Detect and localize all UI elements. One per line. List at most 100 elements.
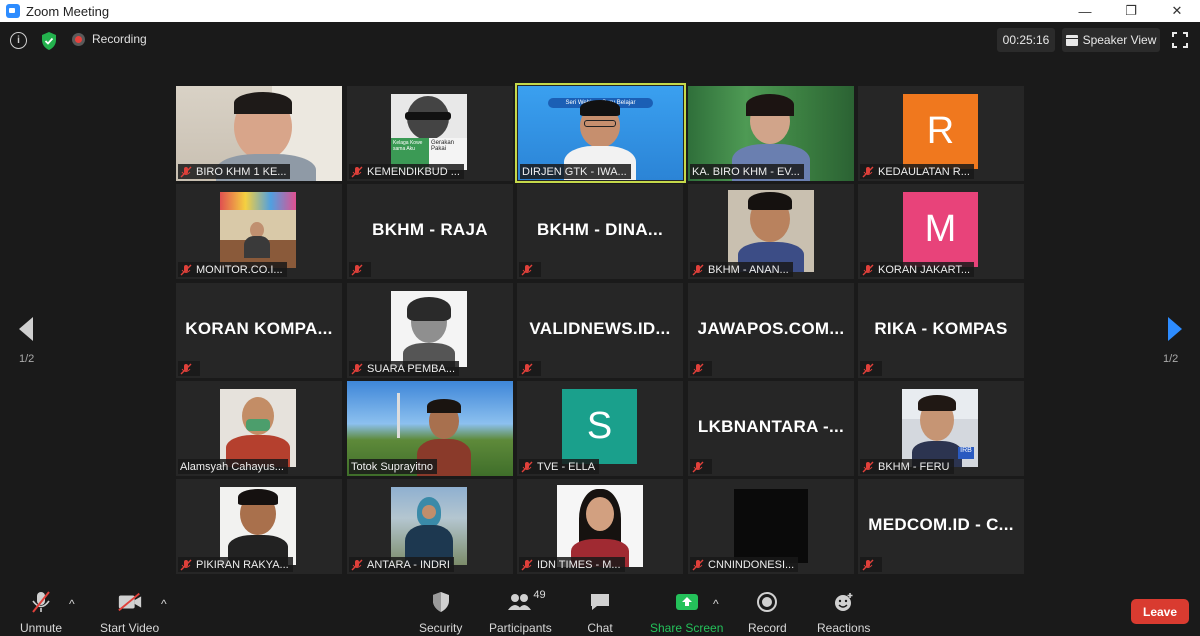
- participant-tile[interactable]: VALIDNEWS.ID...: [517, 283, 683, 378]
- participant-name-tag: DIRJEN GTK - IWA...: [520, 164, 631, 179]
- participant-tile[interactable]: BKHM - DINA...: [517, 184, 683, 279]
- reactions-button[interactable]: Reactions: [817, 590, 870, 635]
- participant-tile[interactable]: ANTARA - INDRI: [347, 479, 513, 574]
- participant-video: [391, 487, 467, 565]
- participant-name: KA. BIRO KHM - EV...: [692, 165, 800, 178]
- mic-muted-icon: [521, 461, 533, 472]
- next-page-arrow-icon[interactable]: [1167, 316, 1183, 342]
- close-button[interactable]: ✕: [1154, 0, 1200, 22]
- participant-tile-active-speaker[interactable]: Seri Webinar Guru Belajar DIRJEN GTK - I…: [515, 83, 686, 183]
- participant-name: Alamsyah Cahayus...: [180, 460, 284, 473]
- mic-muted-icon: [521, 559, 533, 570]
- participant-name-tag: TVE - ELLA: [519, 459, 600, 474]
- participant-video: Kelaga Kowe sama Aku Gerakan Pakai: [391, 94, 467, 170]
- participant-tile[interactable]: SUARA PEMBA...: [347, 283, 513, 378]
- mic-muted-icon: [862, 559, 874, 570]
- mic-muted-icon: [862, 166, 874, 177]
- mic-muted-icon: [692, 559, 704, 570]
- mic-muted-icon: [862, 461, 874, 472]
- participant-name: ANTARA - INDRI: [367, 558, 450, 571]
- participant-name-tag: KORAN JAKART...: [860, 262, 975, 277]
- participant-name: SUARA PEMBA...: [367, 362, 456, 375]
- participant-tile[interactable]: CNNINDONESI...: [688, 479, 854, 574]
- participant-name-tag: BKHM - ANAN...: [690, 262, 793, 277]
- start-video-label: Start Video: [100, 621, 160, 635]
- meeting-topbar: i Recording 00:25:16 Speaker View: [0, 22, 1200, 60]
- participant-avatar: R: [903, 94, 978, 169]
- participant-name-tag: KA. BIRO KHM - EV...: [690, 164, 804, 179]
- mic-muted-icon: [521, 264, 533, 275]
- participant-name-tag: ANTARA - INDRI: [349, 557, 454, 572]
- participant-name-tag: [690, 361, 712, 376]
- reactions-smiley-icon: [831, 590, 857, 614]
- participant-video: [734, 489, 808, 563]
- participant-tile[interactable]: KA. BIRO KHM - EV...: [688, 86, 854, 181]
- participant-tile[interactable]: RIKA - KOMPAS: [858, 283, 1024, 378]
- participant-tile[interactable]: IRB BKHM - FERU: [858, 381, 1024, 476]
- participant-video: [220, 487, 296, 565]
- participant-display-name: BKHM - DINA...: [536, 220, 664, 239]
- share-options-chevron-icon[interactable]: ^: [713, 597, 719, 611]
- info-icon[interactable]: i: [10, 32, 27, 49]
- participant-name-tag: [519, 262, 541, 277]
- participant-tile[interactable]: Totok Suprayitno: [347, 381, 513, 476]
- start-video-button[interactable]: Start Video: [100, 590, 159, 635]
- participant-name: KEDAULATAN R...: [878, 165, 970, 178]
- participant-name: MONITOR.CO.I...: [196, 263, 283, 276]
- participant-name-tag: PIKIRAN RAKYA...: [178, 557, 293, 572]
- participant-tile[interactable]: BKHM - RAJA: [347, 184, 513, 279]
- participants-count: 49: [533, 589, 546, 601]
- participant-name: BKHM - FERU: [878, 460, 950, 473]
- participant-name-tag: [349, 262, 371, 277]
- participant-tile[interactable]: BKHM - ANAN...: [688, 184, 854, 279]
- participant-tile[interactable]: M KORAN JAKART...: [858, 184, 1024, 279]
- page-indicator-left: 1/2: [19, 353, 35, 365]
- participant-name: CNNINDONESI...: [708, 558, 795, 571]
- participant-name-tag: IDN TIMES - M...: [519, 557, 625, 572]
- record-button[interactable]: Record: [748, 590, 787, 635]
- participant-name-tag: MONITOR.CO.I...: [178, 262, 287, 277]
- participant-name-tag: [860, 361, 882, 376]
- participant-tile[interactable]: BIRO KHM 1 KE...: [176, 86, 342, 181]
- reactions-label: Reactions: [817, 621, 871, 635]
- participant-display-name: MEDCOM.ID - C...: [868, 515, 1014, 534]
- previous-page-arrow-icon[interactable]: [18, 316, 34, 342]
- participant-tile[interactable]: IDN TIMES - M...: [517, 479, 683, 574]
- security-button[interactable]: Security: [419, 590, 462, 635]
- fullscreen-icon[interactable]: [1172, 32, 1188, 48]
- video-off-icon: [117, 590, 143, 614]
- participant-tile[interactable]: JAWAPOS.COM...: [688, 283, 854, 378]
- minimize-button[interactable]: —: [1062, 0, 1108, 22]
- recording-indicator[interactable]: Recording: [72, 32, 147, 46]
- participant-name-tag: [178, 361, 200, 376]
- participant-tile[interactable]: MEDCOM.ID - C...: [858, 479, 1024, 574]
- video-options-chevron-icon[interactable]: ^: [161, 597, 167, 611]
- window-titlebar: Zoom Meeting — ❐ ✕: [0, 0, 1200, 22]
- participants-button[interactable]: 49 Participants: [489, 589, 552, 635]
- participant-tile[interactable]: S TVE - ELLA: [517, 381, 683, 476]
- share-screen-icon: [674, 590, 700, 614]
- participant-tile[interactable]: Alamsyah Cahayus...: [176, 381, 342, 476]
- shield-check-icon[interactable]: [40, 31, 58, 51]
- mic-muted-icon: [692, 363, 704, 374]
- participant-tile[interactable]: Kelaga Kowe sama Aku Gerakan Pakai KEMEN…: [347, 86, 513, 181]
- participant-name-tag: KEDAULATAN R...: [860, 164, 974, 179]
- participant-name-tag: BKHM - FERU: [860, 459, 954, 474]
- security-label: Security: [419, 621, 463, 635]
- participant-video: [728, 190, 814, 272]
- speaker-view-button[interactable]: Speaker View: [1062, 28, 1160, 52]
- chat-button[interactable]: Chat: [587, 590, 613, 635]
- participant-tile[interactable]: MONITOR.CO.I...: [176, 184, 342, 279]
- audio-options-chevron-icon[interactable]: ^: [69, 597, 75, 611]
- participant-name: IDN TIMES - M...: [537, 558, 621, 571]
- participant-tile[interactable]: LKBNANTARA -...: [688, 381, 854, 476]
- leave-meeting-button[interactable]: Leave: [1131, 599, 1189, 624]
- window-title: Zoom Meeting: [26, 3, 110, 19]
- unmute-button[interactable]: Unmute: [20, 590, 62, 635]
- record-label: Record: [748, 621, 787, 635]
- participant-tile[interactable]: R KEDAULATAN R...: [858, 86, 1024, 181]
- maximize-button[interactable]: ❐: [1108, 0, 1154, 22]
- participant-tile[interactable]: PIKIRAN RAKYA...: [176, 479, 342, 574]
- participant-name-tag: [690, 459, 712, 474]
- participant-tile[interactable]: KORAN KOMPA...: [176, 283, 342, 378]
